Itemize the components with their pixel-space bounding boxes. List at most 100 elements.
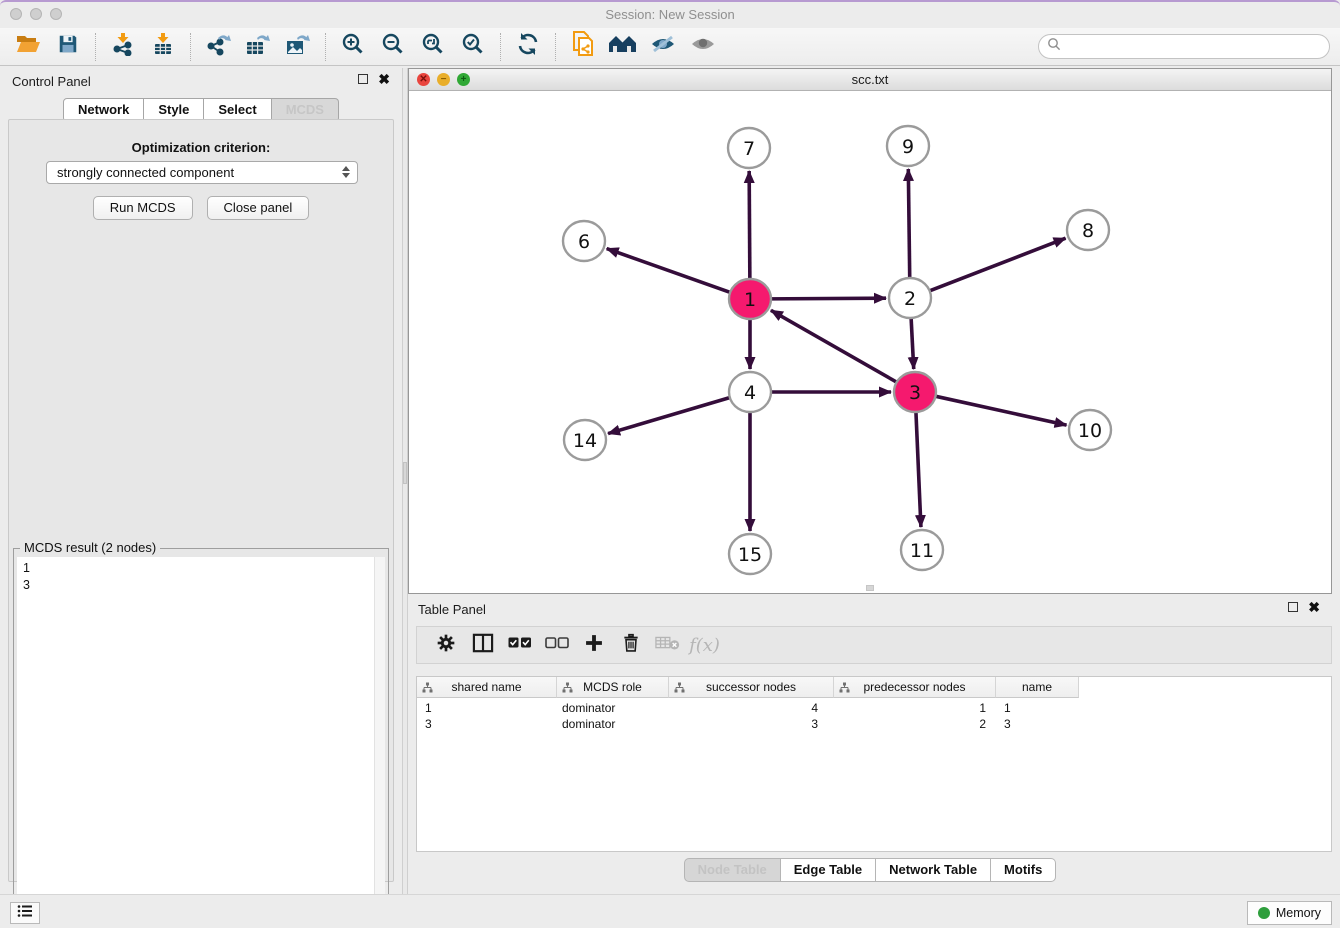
zoom-in-button[interactable] [333,30,373,64]
edge-3-1[interactable] [771,310,899,383]
copy-network-document-icon [571,31,595,62]
edge-2-9[interactable] [908,169,909,280]
split-columns-button[interactable] [464,629,501,661]
table-row[interactable]: 1dominator411 [417,700,1079,716]
task-history-button[interactable] [10,902,40,924]
tab-node-table[interactable]: Node Table [684,858,781,882]
application-window: Session: New Session [0,0,1340,926]
cell-successor-nodes[interactable]: 4 [669,700,834,716]
node-table[interactable]: shared nameMCDS rolesuccessor nodesprede… [416,676,1332,852]
svg-text:6: 6 [578,231,590,253]
delete-row-button[interactable] [612,629,649,661]
select-all-button[interactable] [501,629,538,661]
mcds-result-group: MCDS result (2 nodes) 1 3 [13,548,389,928]
svg-text:9: 9 [902,136,914,158]
table-header-row: shared nameMCDS rolesuccessor nodesprede… [417,677,1079,698]
copy-network-button[interactable] [563,30,603,64]
table-row[interactable]: 3dominator323 [417,716,1079,732]
toolbar-separator [95,33,96,61]
splitter-handle[interactable] [403,462,407,484]
edge-1-6[interactable] [607,249,732,293]
hide-selected-button[interactable] [643,30,683,64]
deselect-all-button[interactable] [538,629,575,661]
cell-mcds-role[interactable]: dominator [557,716,669,732]
mcds-result-area[interactable]: 1 3 [17,557,385,924]
zoom-selected-icon [461,32,485,61]
zoom-out-icon [381,32,405,61]
edge-2-3[interactable] [911,316,914,369]
edge-3-11[interactable] [916,410,921,527]
refresh-view-button[interactable] [508,30,548,64]
function-builder-button[interactable]: f(x) [686,629,723,661]
node-2[interactable]: 2 [889,278,931,318]
close-panel-button[interactable]: Close panel [207,196,310,220]
close-panel-icon[interactable]: ✖ [378,74,390,84]
cell-mcds-role[interactable]: dominator [557,700,669,716]
svg-text:14: 14 [573,430,597,452]
open-file-button[interactable] [8,30,48,64]
zoom-fit-button[interactable] [413,30,453,64]
export-network-button[interactable] [198,30,238,64]
node-3[interactable]: 3 [894,372,936,412]
column-header-name[interactable]: name [996,677,1079,698]
tab-network-table[interactable]: Network Table [876,858,991,882]
cell-predecessor-nodes[interactable]: 2 [834,716,996,732]
cell-name[interactable]: 3 [996,716,1079,732]
criterion-dropdown[interactable]: strongly connected component [46,161,358,184]
float-panel-icon[interactable] [358,74,368,84]
cell-shared-name[interactable]: 1 [417,700,557,716]
network-window-titlebar[interactable]: ✕ − + scc.txt [409,69,1331,91]
column-header-predecessor-nodes[interactable]: predecessor nodes [834,677,996,698]
node-14[interactable]: 14 [564,420,606,460]
memory-button[interactable]: Memory [1247,901,1332,925]
search-input[interactable] [1065,37,1329,57]
node-7[interactable]: 7 [728,128,770,168]
edge-2-8[interactable] [928,238,1066,291]
close-table-panel-icon[interactable]: ✖ [1308,602,1320,612]
home-view-button[interactable] [603,30,643,64]
cell-name[interactable]: 1 [996,700,1079,716]
gear-icon [436,633,456,658]
float-table-panel-icon[interactable] [1288,602,1298,612]
tab-motifs[interactable]: Motifs [991,858,1056,882]
edge-1-2[interactable] [769,298,886,299]
svg-text:1: 1 [744,289,756,311]
node-11[interactable]: 11 [901,530,943,570]
table-settings-button[interactable] [427,629,464,661]
tab-edge-table[interactable]: Edge Table [781,858,876,882]
show-all-button[interactable] [683,30,723,64]
add-row-button[interactable] [575,629,612,661]
svg-text:10: 10 [1078,420,1102,442]
export-image-button[interactable] [278,30,318,64]
node-4[interactable]: 4 [729,372,771,412]
import-network-button[interactable] [103,30,143,64]
zoom-fit-icon [421,32,445,61]
node-15[interactable]: 15 [729,534,771,574]
run-mcds-button[interactable]: Run MCDS [93,196,193,220]
delete-table-button[interactable] [649,629,686,661]
cell-successor-nodes[interactable]: 3 [669,716,834,732]
result-scrollbar[interactable] [374,557,385,924]
edge-4-14[interactable] [608,397,732,434]
node-6[interactable]: 6 [563,221,605,261]
zoom-selected-button[interactable] [453,30,493,64]
unchecked-boxes-icon [545,636,569,654]
network-canvas[interactable]: 7 9 6 8 1 2 4 3 14 10 15 11 [409,91,1331,593]
cell-predecessor-nodes[interactable]: 1 [834,700,996,716]
import-table-button[interactable] [143,30,183,64]
search-box[interactable] [1038,34,1330,59]
node-9[interactable]: 9 [887,126,929,166]
node-1[interactable]: 1 [729,279,771,319]
node-8[interactable]: 8 [1067,210,1109,250]
save-session-button[interactable] [48,30,88,64]
cell-shared-name[interactable]: 3 [417,716,557,732]
column-header-mcds-role[interactable]: MCDS role [557,677,669,698]
export-table-button[interactable] [238,30,278,64]
column-header-shared-name[interactable]: shared name [417,677,557,698]
edge-1-7[interactable] [749,171,750,281]
zoom-out-button[interactable] [373,30,413,64]
node-10[interactable]: 10 [1069,410,1111,450]
search-icon [1047,37,1061,56]
edge-3-10[interactable] [934,396,1067,425]
column-header-successor-nodes[interactable]: successor nodes [669,677,834,698]
